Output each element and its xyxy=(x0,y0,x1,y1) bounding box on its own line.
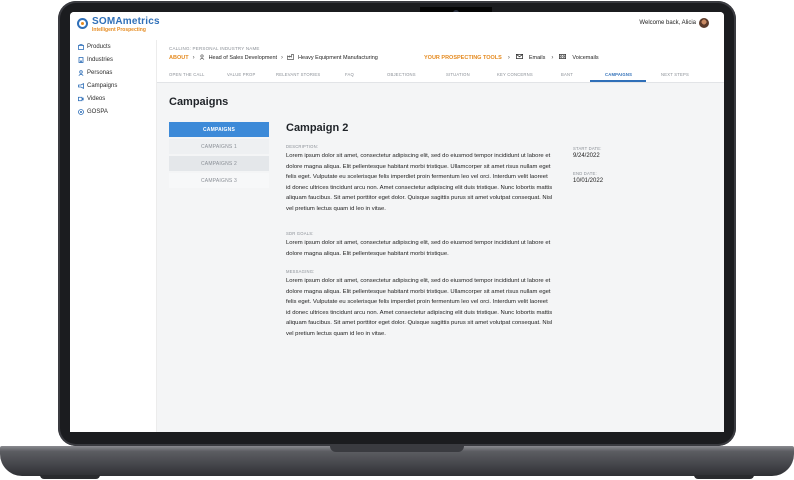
end-date-value: 10/01/2022 xyxy=(573,178,604,184)
tab-value-prop[interactable]: VALUE PROP xyxy=(227,72,255,77)
logo-icon[interactable] xyxy=(77,18,88,29)
sidebar-item-label: Personas xyxy=(87,70,113,76)
breadcrumb-persona[interactable]: Head of Sales Development xyxy=(209,55,277,61)
tab-next-steps[interactable]: NEXT STEPS xyxy=(661,72,689,77)
main-content: CALLING: PERSONAL INDUSTRY NAME ABOUT › … xyxy=(157,40,724,432)
building-icon xyxy=(78,57,84,63)
avatar[interactable] xyxy=(699,18,709,28)
welcome-text: Welcome back, Alicia xyxy=(639,20,696,26)
messaging-label: MESSAGING: xyxy=(286,269,315,274)
tab-bant[interactable]: BANT xyxy=(561,72,573,77)
description-label: DESCRIPTION: xyxy=(286,144,319,149)
factory-icon xyxy=(287,54,294,62)
logo-subtitle: Intelligent Prospecting xyxy=(92,27,146,33)
sidebar-item-gospa[interactable]: GOSPA xyxy=(78,107,108,117)
persona-icon xyxy=(199,54,205,62)
top-bar: SOMAmetrics Intelligent Prospecting Welc… xyxy=(70,12,724,41)
logo-title[interactable]: SOMAmetrics xyxy=(92,16,160,27)
campaign-list: CAMPAIGNS CAMPAIGNS 1 CAMPAIGNS 2 CAMPAI… xyxy=(169,122,269,190)
tab-key-concerns[interactable]: KEY CONCERNS xyxy=(497,72,533,77)
sidebar-item-label: Videos xyxy=(87,96,106,102)
start-date-value: 9/24/2022 xyxy=(573,153,600,159)
sidebar-item-products[interactable]: Products xyxy=(78,42,111,52)
description-text: Lorem ipsum dolor sit amet, consectetur … xyxy=(286,153,553,212)
sidebar-item-personas[interactable]: Personas xyxy=(78,68,112,78)
chevron-right-icon: › xyxy=(507,54,510,61)
sidebar-item-campaigns[interactable]: Campaigns xyxy=(78,81,117,91)
tab-open-the-call[interactable]: OPEN THE CALL xyxy=(169,72,205,77)
emails-link[interactable]: Emails xyxy=(529,55,546,61)
tab-situation[interactable]: SITUATION xyxy=(446,72,470,77)
target-icon xyxy=(78,109,84,115)
active-tab-indicator xyxy=(590,80,646,82)
laptop-base xyxy=(0,446,794,476)
chevron-right-icon: › xyxy=(551,54,554,61)
breadcrumb-about[interactable]: ABOUT xyxy=(169,55,189,61)
sdr-goals-label: SDR GOALS: xyxy=(286,231,314,236)
prospecting-tools: YOUR PROSPECTING TOOLS › Emails › Voicem… xyxy=(424,54,599,61)
breadcrumb-industry[interactable]: Heavy Equipment Manufacturing xyxy=(298,55,378,61)
voicemails-link[interactable]: Voicemails xyxy=(572,55,598,61)
tab-objections[interactable]: OBJECTIONS xyxy=(387,72,416,77)
user-icon xyxy=(78,70,84,76)
calling-label: CALLING: PERSONAL INDUSTRY NAME xyxy=(169,46,260,51)
tools-label: YOUR PROSPECTING TOOLS xyxy=(424,54,502,61)
chevron-right-icon: › xyxy=(192,55,195,61)
breadcrumb: ABOUT › Head of Sales Development › Heav… xyxy=(169,54,378,62)
campaign-item-1[interactable]: CAMPAIGNS 1 xyxy=(169,139,269,154)
messaging-text: Lorem ipsum dolor sit amet, consectetur … xyxy=(286,278,553,337)
campaign-item-2[interactable]: CAMPAIGNS 2 xyxy=(169,156,269,171)
sidebar-item-industries[interactable]: Industries xyxy=(78,55,113,65)
sidebar-item-label: GOSPA xyxy=(87,109,108,115)
sidebar-item-label: Campaigns xyxy=(87,83,118,89)
voicemail-icon xyxy=(559,54,567,61)
page-title: Campaigns xyxy=(169,96,229,108)
campaign-detail-title: Campaign 2 xyxy=(286,122,349,134)
tab-faq[interactable]: FAQ xyxy=(345,72,354,77)
sdr-goals-text: Lorem ipsum dolor sit amet, consectetur … xyxy=(286,240,551,257)
sidebar-item-label: Products xyxy=(87,44,111,50)
email-icon xyxy=(515,54,523,61)
video-icon xyxy=(78,96,84,102)
chevron-right-icon: › xyxy=(281,55,284,61)
campaign-item-3[interactable]: CAMPAIGNS 3 xyxy=(169,173,269,188)
tab-campaigns[interactable]: CAMPAIGNS xyxy=(605,72,632,77)
megaphone-icon xyxy=(78,82,84,90)
laptop-foot-right xyxy=(694,475,754,479)
sidebar-item-videos[interactable]: Videos xyxy=(78,94,105,104)
sidebar-item-label: Industries xyxy=(87,57,114,63)
section-tabs: OPEN THE CALL VALUE PROP RELEVANT STORIE… xyxy=(157,70,724,83)
laptop-foot-left xyxy=(40,475,100,479)
campaign-item-main[interactable]: CAMPAIGNS xyxy=(169,122,269,137)
box-icon xyxy=(78,43,84,50)
base-groove xyxy=(330,446,464,452)
start-date-label: START DATE: xyxy=(573,146,602,151)
context-header: CALLING: PERSONAL INDUSTRY NAME ABOUT › … xyxy=(157,40,724,83)
end-date-label: END DATE: xyxy=(573,171,597,176)
app-screen: SOMAmetrics Intelligent Prospecting Welc… xyxy=(70,12,724,432)
sidebar: Products Industries Personas Campaigns V… xyxy=(70,40,157,432)
tab-relevant-stories[interactable]: RELEVANT STORIES xyxy=(276,72,320,77)
